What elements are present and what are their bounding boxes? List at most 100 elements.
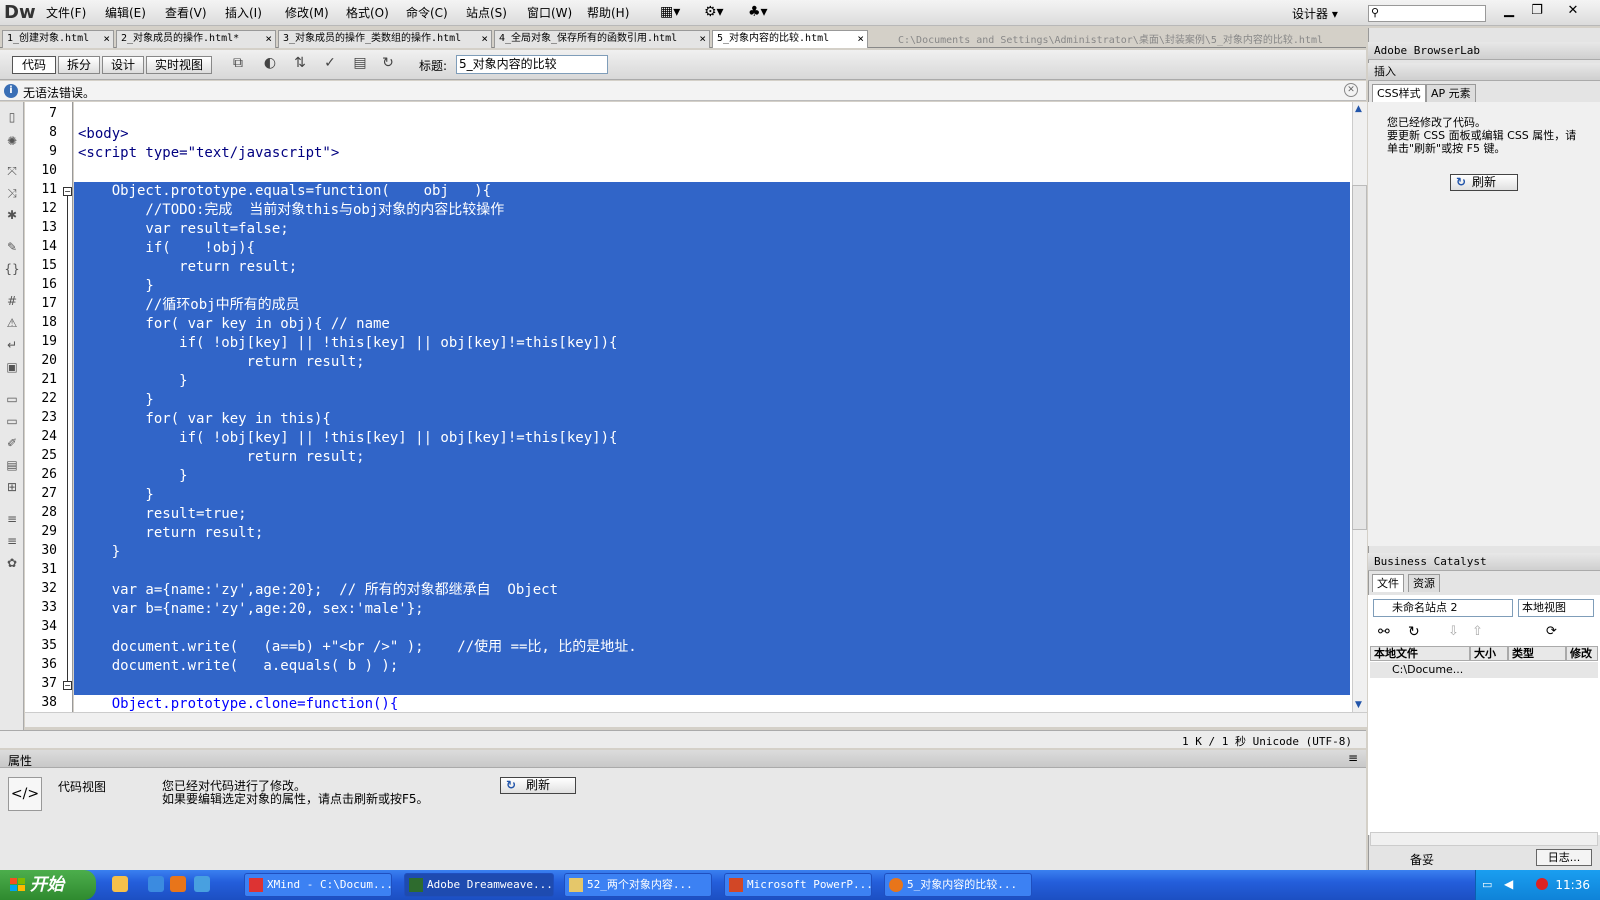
scroll-thumb[interactable] <box>1352 185 1367 530</box>
menu-view[interactable]: 查看(V) <box>165 4 207 21</box>
code-line[interactable]: Object.prototype.equals=function( obj ){ <box>78 182 491 201</box>
insert-panel-header[interactable]: 插入 <box>1368 63 1600 81</box>
indent-icon[interactable]: ≡ <box>4 512 20 528</box>
split-view-button[interactable]: 拆分 <box>58 56 100 74</box>
taskbar-item-xmind[interactable]: XMind - C:\Docum... <box>244 873 392 897</box>
fold-toggle-icon[interactable]: − <box>63 681 72 690</box>
taskbar-item-powerpoint[interactable]: Microsoft PowerP... <box>724 873 872 897</box>
tab-assets[interactable]: 资源 <box>1408 574 1440 592</box>
gear-icon[interactable]: ⚙▾ <box>704 4 724 20</box>
collapse-selection-icon[interactable]: ⤨ <box>4 186 20 202</box>
code-line[interactable]: return result; <box>78 524 263 543</box>
connect-icon[interactable]: ⚯ <box>1378 624 1390 640</box>
browserlab-panel-header[interactable]: Adobe BrowserLab <box>1368 42 1600 60</box>
menu-site[interactable]: 站点(S) <box>466 4 507 21</box>
restore-button[interactable]: ❐ <box>1524 2 1550 20</box>
code-line[interactable]: if( !obj[key] || !this[key] || obj[key]!… <box>78 429 617 448</box>
close-icon[interactable]: ✕ <box>1344 83 1358 97</box>
design-view-button[interactable]: 设计 <box>102 56 144 74</box>
code-line[interactable]: } <box>78 372 187 391</box>
code-line[interactable]: } <box>78 543 120 562</box>
apply-comment-icon[interactable]: ▭ <box>4 392 20 408</box>
taskbar-item-dreamweaver[interactable]: Adobe Dreamweave... <box>404 873 554 897</box>
business-catalyst-header[interactable]: Business Catalyst <box>1368 553 1600 571</box>
code-line[interactable]: if( !obj){ <box>78 239 255 258</box>
open-documents-icon[interactable]: ▯ <box>4 110 20 126</box>
browser-check-icon[interactable]: ✓ <box>318 55 342 75</box>
code-line[interactable]: return result; <box>78 448 365 467</box>
quicklaunch-desktop-icon[interactable] <box>148 876 164 892</box>
title-input[interactable]: 5_对象内容的比较 <box>456 55 608 74</box>
code-line[interactable]: Object.prototype.clone=function(){ <box>78 695 399 712</box>
close-icon[interactable]: × <box>699 31 706 47</box>
tab-doc-4[interactable]: 4_全局对象_保存所有的函数引用.html × <box>494 30 710 48</box>
quicklaunch-app-icon[interactable] <box>112 876 128 892</box>
code-line[interactable]: if( !obj[key] || !this[key] || obj[key]!… <box>78 334 617 353</box>
menu-modify[interactable]: 修改(M) <box>285 4 329 21</box>
syntax-coloring-icon[interactable]: ▣ <box>4 360 20 376</box>
col-modified[interactable]: 修改 <box>1566 646 1598 661</box>
multiscreen-icon[interactable]: ⧉ <box>226 55 250 75</box>
arrow-icon[interactable]: ◀ <box>1504 877 1513 891</box>
menu-format[interactable]: 格式(O) <box>346 4 389 21</box>
minimize-button[interactable]: ▁ <box>1496 2 1522 20</box>
wrap-tag-icon[interactable]: ✐ <box>4 436 20 452</box>
code-line[interactable]: return result; <box>78 353 365 372</box>
code-line[interactable]: } <box>78 486 153 505</box>
menu-window[interactable]: 窗口(W) <box>527 4 572 21</box>
tab-doc-3[interactable]: 3_对象成员的操作_类数组的操作.html × <box>278 30 492 48</box>
close-icon[interactable]: × <box>857 31 864 47</box>
fold-toggle-icon[interactable]: − <box>63 187 72 196</box>
recent-snippets-icon[interactable]: ▤ <box>4 458 20 474</box>
expand-all-icon[interactable]: ✱ <box>4 208 20 224</box>
word-wrap-icon[interactable]: ↵ <box>4 338 20 354</box>
menu-commands[interactable]: 命令(C) <box>406 4 448 21</box>
preview-icon[interactable]: ◐ <box>258 55 282 75</box>
keyboard-icon[interactable]: ▭ <box>1482 878 1492 891</box>
collapse-tag-icon[interactable]: ⤧ <box>4 164 20 180</box>
menu-insert[interactable]: 插入(I) <box>225 4 262 21</box>
tab-css-styles[interactable]: CSS样式 <box>1372 84 1426 102</box>
select-parent-tag-icon[interactable]: ✎ <box>4 240 20 256</box>
code-line[interactable]: result=true; <box>78 505 246 524</box>
live-view-button[interactable]: 实时视图 <box>146 56 212 74</box>
panel-menu-icon[interactable]: ≡ <box>1348 751 1358 765</box>
tab-doc-2[interactable]: 2_对象成员的操作.html* × <box>116 30 276 48</box>
site-select[interactable]: 未命名站点 2 <box>1373 599 1513 617</box>
tab-ap-elements[interactable]: AP 元素 <box>1426 84 1476 102</box>
remove-comment-icon[interactable]: ▭ <box>4 414 20 430</box>
file-tree-item[interactable]: C:\Docume... <box>1370 662 1598 678</box>
move-css-icon[interactable]: ⊞ <box>4 480 20 496</box>
col-type[interactable]: 类型 <box>1508 646 1566 661</box>
code-line[interactable]: } <box>78 277 153 296</box>
files-hscrollbar[interactable] <box>1370 832 1598 846</box>
code-line[interactable]: var b={name:'zy',age:20, sex:'male'}; <box>78 600 424 619</box>
code-line[interactable]: document.write( (a==b) +"<br />" ); //使用… <box>78 638 637 657</box>
code-view-button[interactable]: 代码 <box>12 56 56 74</box>
code-line[interactable]: //循环obj中所有的成员 <box>78 296 299 315</box>
tab-doc-1[interactable]: 1_创建对象.html × <box>2 30 114 48</box>
scroll-up-icon[interactable]: ▲ <box>1355 104 1362 114</box>
balance-braces-icon[interactable]: {} <box>4 262 20 278</box>
horizontal-scrollbar[interactable] <box>25 712 1367 727</box>
col-size[interactable]: 大小 <box>1470 646 1508 661</box>
taskbar-item-firefox[interactable]: 5_对象内容的比较... <box>884 873 1032 897</box>
close-icon[interactable]: × <box>481 31 488 47</box>
line-numbers-icon[interactable]: # <box>4 294 20 310</box>
code-editor[interactable]: <body> <script type="text/javascript"> Ob… <box>74 102 1352 712</box>
refresh-icon[interactable]: ↻ <box>1408 624 1420 640</box>
code-line[interactable]: } <box>78 467 187 486</box>
sync-icon[interactable]: ⟳ <box>1546 624 1557 639</box>
menu-help[interactable]: 帮助(H) <box>587 4 629 21</box>
css-refresh-button[interactable]: ↻ 刷新 <box>1450 174 1518 191</box>
scroll-down-icon[interactable]: ▼ <box>1355 700 1362 710</box>
menu-edit[interactable]: 编辑(E) <box>105 4 146 21</box>
code-line[interactable]: for( var key in obj){ // name <box>78 315 389 334</box>
code-line[interactable]: <body> <box>78 125 129 144</box>
layout-icon[interactable]: ▦▾ <box>660 4 680 20</box>
col-local-files[interactable]: 本地文件 <box>1370 646 1470 661</box>
refresh-icon[interactable]: ↻ <box>376 55 400 75</box>
record-icon[interactable] <box>1536 878 1548 890</box>
log-button[interactable]: 日志... <box>1536 849 1592 866</box>
file-management-icon[interactable]: ⇅ <box>288 55 312 75</box>
